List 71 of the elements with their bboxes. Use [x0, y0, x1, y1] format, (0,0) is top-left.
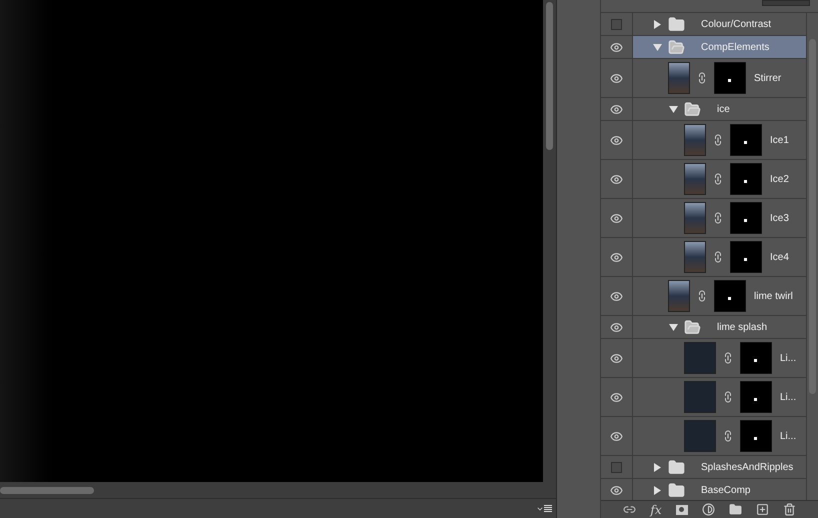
layer-mask-icon: [730, 163, 762, 195]
collapsed-triangle-icon[interactable]: [653, 486, 662, 494]
folder-icon: [668, 16, 685, 32]
layer-name: Li...: [780, 430, 796, 444]
layer-mask-icon: [730, 241, 762, 273]
new-layer-icon[interactable]: [756, 503, 769, 516]
expanded-triangle-icon[interactable]: [669, 322, 678, 332]
eye-icon[interactable]: [610, 40, 623, 54]
trash-icon[interactable]: [782, 503, 796, 516]
layer-mask-icon: [740, 420, 772, 452]
chain-link-icon: [712, 173, 724, 185]
fx-button[interactable]: fx: [650, 500, 662, 518]
folder-icon: [668, 482, 685, 498]
eye-icon[interactable]: [610, 320, 623, 334]
layer-mask-icon: [714, 280, 746, 312]
layer-name: Li...: [780, 390, 796, 404]
fill-field[interactable]: [762, 0, 810, 6]
expanded-triangle-icon[interactable]: [653, 42, 662, 52]
expanded-triangle-icon[interactable]: [669, 104, 678, 114]
layer-name: Stirrer: [754, 72, 782, 86]
group-name: BaseComp: [701, 484, 750, 498]
eye-icon[interactable]: [610, 172, 623, 186]
layer-name: Ice4: [770, 250, 789, 264]
eye-icon[interactable]: [610, 72, 623, 84]
visibility-checkbox[interactable]: [611, 462, 622, 472]
layer-mask-icon: [714, 62, 746, 94]
collapsed-triangle-icon[interactable]: [653, 20, 662, 28]
layer-name: lime twirl: [754, 290, 793, 304]
folder-icon: [668, 38, 685, 56]
layer-mask-icon: [740, 342, 772, 374]
layer-name: Ice2: [770, 172, 789, 186]
group-name: ice: [717, 102, 730, 116]
layer-name: Ice3: [770, 212, 789, 226]
folder-icon: [684, 318, 701, 336]
menu-icon[interactable]: [536, 504, 552, 512]
layer-mask-icon: [730, 202, 762, 234]
eye-icon[interactable]: [610, 212, 623, 224]
layer-name: Li...: [780, 352, 796, 366]
group-name: lime splash: [717, 320, 768, 334]
chain-link-icon: [722, 391, 734, 403]
folder-icon[interactable]: [728, 503, 742, 516]
layer-name: Ice1: [770, 134, 789, 148]
chain-link-icon: [722, 352, 734, 364]
eye-icon[interactable]: [610, 290, 623, 302]
chain-link-icon: [696, 290, 708, 302]
eye-icon[interactable]: [610, 430, 623, 442]
group-name: CompElements: [701, 40, 770, 54]
chain-link-icon: [696, 72, 708, 84]
scrollbar-thumb[interactable]: [0, 486, 94, 494]
eye-icon[interactable]: [610, 102, 623, 116]
collapsed-triangle-icon[interactable]: [653, 462, 662, 472]
eye-icon[interactable]: [610, 352, 623, 364]
layer-mask-icon: [730, 124, 762, 156]
eye-icon[interactable]: [610, 250, 623, 264]
adjustment-icon[interactable]: [702, 503, 715, 516]
folder-icon: [684, 100, 701, 118]
eye-icon[interactable]: [610, 134, 623, 146]
chain-link-icon: [712, 251, 724, 263]
mask-icon[interactable]: [676, 504, 688, 514]
eye-icon[interactable]: [610, 484, 623, 496]
visibility-checkbox[interactable]: [611, 18, 622, 30]
group-name: Colour/Contrast: [701, 18, 772, 32]
folder-icon: [668, 458, 685, 476]
chain-link-icon: [712, 212, 724, 224]
scrollbar-thumb[interactable]: [546, 2, 553, 150]
layer-mask-icon: [740, 381, 772, 413]
eye-icon[interactable]: [610, 390, 623, 404]
chain-link-icon: [722, 430, 734, 442]
chain-link-icon: [712, 134, 724, 146]
group-row[interactable]: CompElements: [633, 36, 806, 58]
group-name: SplashesAndRipples: [701, 460, 794, 474]
